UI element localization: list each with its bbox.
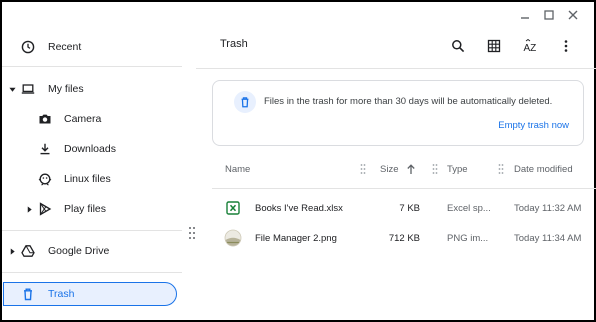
- sidebar-item-label: Recent: [48, 41, 82, 53]
- laptop-icon: [20, 81, 36, 97]
- empty-trash-button[interactable]: Empty trash now: [498, 120, 569, 131]
- sidebar-divider: [2, 230, 182, 231]
- search-button[interactable]: [448, 36, 468, 56]
- sort-az-icon: AZ: [524, 39, 537, 53]
- grid-view-icon: [487, 39, 501, 53]
- file-name: File Manager 2.png: [255, 233, 337, 244]
- sidebar-item-play-files[interactable]: Play files: [0, 194, 180, 224]
- column-header-size[interactable]: Size: [380, 164, 398, 175]
- column-header-type[interactable]: Type: [447, 164, 468, 175]
- sidebar-item-label: Camera: [64, 113, 102, 125]
- file-date-modified: Today 11:34 AM: [514, 233, 582, 244]
- sidebar-item-label: Trash: [48, 288, 75, 300]
- sidebar-item-label: Linux files: [64, 173, 111, 185]
- sidebar-divider: [2, 66, 182, 67]
- trash-icon: [234, 91, 256, 113]
- column-header-name[interactable]: Name: [225, 164, 250, 175]
- grid-view-button[interactable]: [484, 36, 504, 56]
- close-icon: [568, 10, 578, 20]
- search-icon: [452, 40, 465, 53]
- camera-icon: [37, 111, 53, 127]
- sort-button[interactable]: AZ: [520, 36, 540, 56]
- chevron-down-icon[interactable]: [8, 85, 16, 93]
- sidebar-item-label: Play files: [64, 203, 107, 215]
- sidebar-item-google-drive[interactable]: Google Drive: [0, 236, 180, 266]
- maximize-button[interactable]: [540, 6, 558, 24]
- column-resize-handle[interactable]: [432, 163, 438, 175]
- sidebar-item-label: My files: [48, 83, 84, 95]
- maximize-icon: [544, 10, 554, 20]
- chevron-right-icon[interactable]: [8, 247, 16, 255]
- sidebar-item-label: Downloads: [64, 143, 116, 155]
- sidebar-item-my-files[interactable]: My files: [0, 74, 180, 104]
- minimize-button[interactable]: [516, 6, 534, 24]
- file-name: Books I've Read.xlsx: [255, 203, 343, 214]
- more-options-button[interactable]: [556, 36, 576, 56]
- trash-icon: [20, 286, 36, 302]
- column-resize-handle[interactable]: [498, 163, 504, 175]
- sidebar-item-downloads[interactable]: Downloads: [0, 134, 180, 164]
- sidebar-item-linux-files[interactable]: Linux files: [0, 164, 180, 194]
- file-type: PNG im...: [447, 233, 489, 244]
- list-header-divider: [212, 188, 596, 189]
- table-row[interactable]: File Manager 2.png 712 KB PNG im... Toda…: [212, 224, 596, 252]
- excel-file-icon: [226, 201, 240, 215]
- close-button[interactable]: [564, 6, 582, 24]
- clock-icon: [20, 39, 36, 55]
- table-row[interactable]: Books I've Read.xlsx 7 KB Excel sp... To…: [212, 194, 596, 222]
- file-type: Excel sp...: [447, 203, 491, 214]
- google-drive-icon: [20, 243, 36, 259]
- sidebar-item-recent[interactable]: Recent: [0, 32, 180, 62]
- panel-resize-handle[interactable]: [188, 226, 196, 240]
- header-divider: [196, 68, 596, 69]
- column-resize-handle[interactable]: [360, 163, 366, 175]
- sort-ascending-icon: [407, 164, 415, 174]
- download-icon: [37, 141, 53, 157]
- banner-message: Files in the trash for more than 30 days…: [264, 96, 553, 107]
- minimize-icon: [521, 17, 529, 19]
- play-store-icon: [37, 201, 53, 217]
- more-vertical-icon: [564, 40, 568, 52]
- file-size: 712 KB: [388, 233, 420, 244]
- sidebar-item-camera[interactable]: Camera: [0, 104, 180, 134]
- image-thumbnail-icon: [224, 229, 242, 247]
- linux-penguin-icon: [37, 171, 53, 187]
- file-size: 7 KB: [399, 203, 420, 214]
- sidebar-item-trash[interactable]: Trash: [0, 279, 180, 309]
- trash-info-banner: Files in the trash for more than 30 days…: [212, 80, 584, 146]
- sidebar-item-label: Google Drive: [48, 245, 110, 257]
- file-date-modified: Today 11:32 AM: [514, 203, 582, 214]
- sidebar-divider: [2, 272, 182, 273]
- svg-text:AZ: AZ: [524, 43, 537, 53]
- column-header-date-modified[interactable]: Date modified: [514, 164, 573, 175]
- chevron-right-icon[interactable]: [25, 205, 33, 213]
- page-title: Trash: [220, 38, 248, 50]
